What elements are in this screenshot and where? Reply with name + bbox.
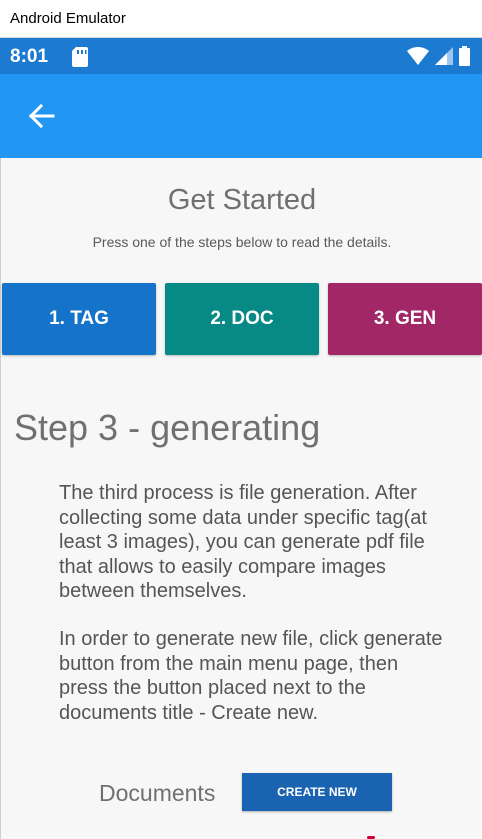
documents-label: Documents (99, 780, 216, 806)
page-subtitle: Press one of the steps below to read the… (92, 234, 392, 250)
emulator-title-bar: Android Emulator (0, 0, 482, 38)
section-title: Step 3 - generating (14, 407, 321, 448)
step-tag-button[interactable]: 1. TAG (2, 283, 156, 355)
signal-icon (435, 47, 453, 70)
section-paragraph: In order to generate new file, click gen… (59, 628, 443, 724)
sd-card-icon (72, 47, 88, 72)
arrow-left-icon[interactable] (26, 101, 56, 131)
steps-row: 1. TAG 2. DOC 3. GEN (2, 283, 482, 355)
battery-icon (459, 46, 470, 71)
page-title: Get Started (167, 184, 317, 216)
step-gen-button[interactable]: 3. GEN (328, 283, 482, 355)
window-title: Android Emulator (10, 10, 126, 27)
main-content: Get Started Press one of the steps below… (0, 158, 482, 839)
status-time: 8:01 (10, 46, 49, 67)
app-bar (0, 74, 482, 158)
status-icons (407, 46, 470, 71)
create-new-button[interactable]: CREATE NEW (242, 773, 392, 811)
status-bar: 8:01 (0, 38, 482, 74)
step-doc-button[interactable]: 2. DOC (165, 283, 319, 355)
wifi-icon (407, 46, 429, 70)
section-paragraph: The third process is file generation. Af… (59, 482, 427, 602)
